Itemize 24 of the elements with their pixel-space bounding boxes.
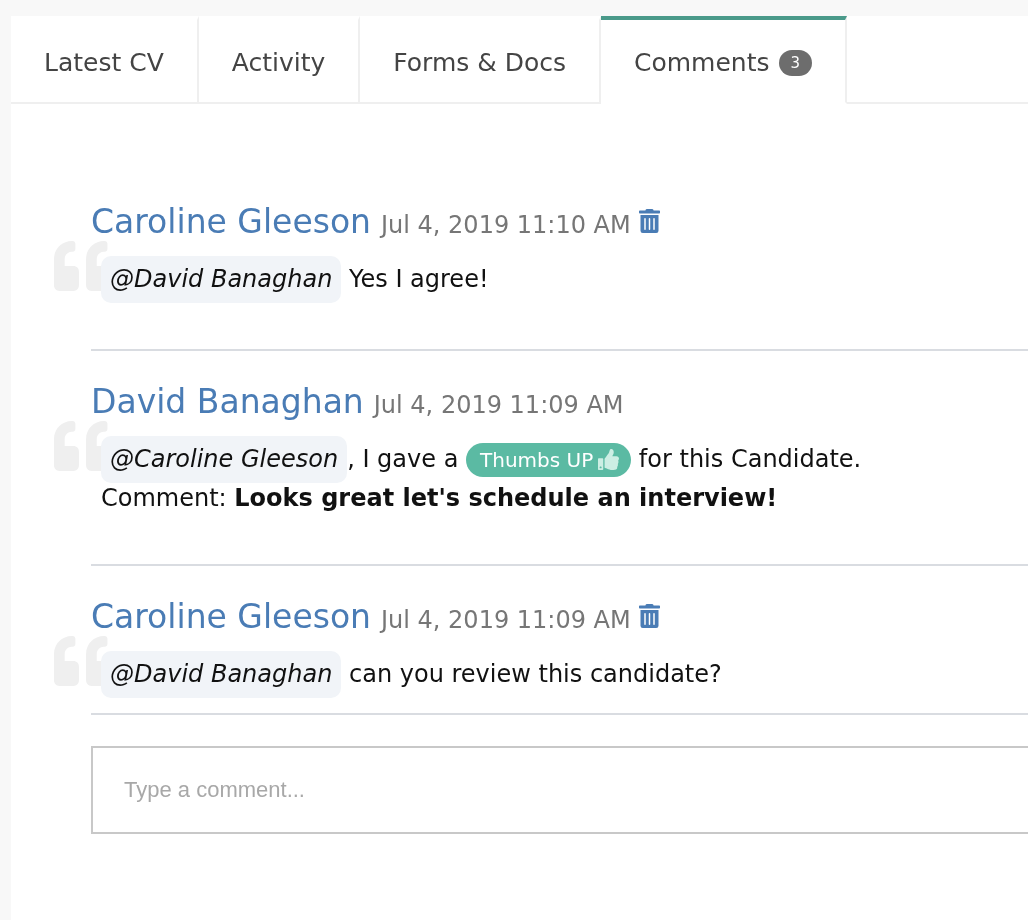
- tab[interactable]: Activity: [198, 16, 361, 104]
- author-name: Caroline Gleeson: [91, 201, 371, 243]
- comment-text: for this Candidate.: [637, 444, 862, 475]
- comment-text: Yes I agree!: [348, 264, 489, 295]
- rating-label: Thumbs UP: [480, 446, 594, 474]
- tab[interactable]: Comments 3: [601, 16, 848, 104]
- comment-timestamp: Jul 4, 2019 11:09 AM: [381, 605, 631, 636]
- comment-text: , I gave a: [347, 444, 460, 475]
- author-name: Caroline Gleeson: [91, 596, 371, 638]
- comment-timestamp: Jul 4, 2019 11:10 AM: [381, 210, 631, 241]
- mention-tag: @David Banaghan: [101, 651, 342, 698]
- thumbs-up-icon: [598, 449, 620, 470]
- mention-tag: @Caroline Gleeson: [101, 436, 348, 483]
- comment-input[interactable]: Type a comment...: [91, 746, 1028, 834]
- trash-icon[interactable]: [638, 209, 660, 233]
- comment-timestamp: Jul 4, 2019 11:09 AM: [373, 390, 624, 421]
- count-badge: 3: [778, 50, 813, 76]
- comment-text: Comment: Looks great let's schedule an interview!: [101, 483, 778, 514]
- tab[interactable]: Latest CV: [11, 16, 199, 104]
- mention-tag: @David Banaghan: [101, 256, 342, 303]
- trash-icon[interactable]: [638, 604, 660, 628]
- tab[interactable]: Forms & Docs: [360, 16, 601, 104]
- author-name: David Banaghan: [91, 381, 364, 423]
- comment-text: can you review this candidate?: [348, 659, 722, 690]
